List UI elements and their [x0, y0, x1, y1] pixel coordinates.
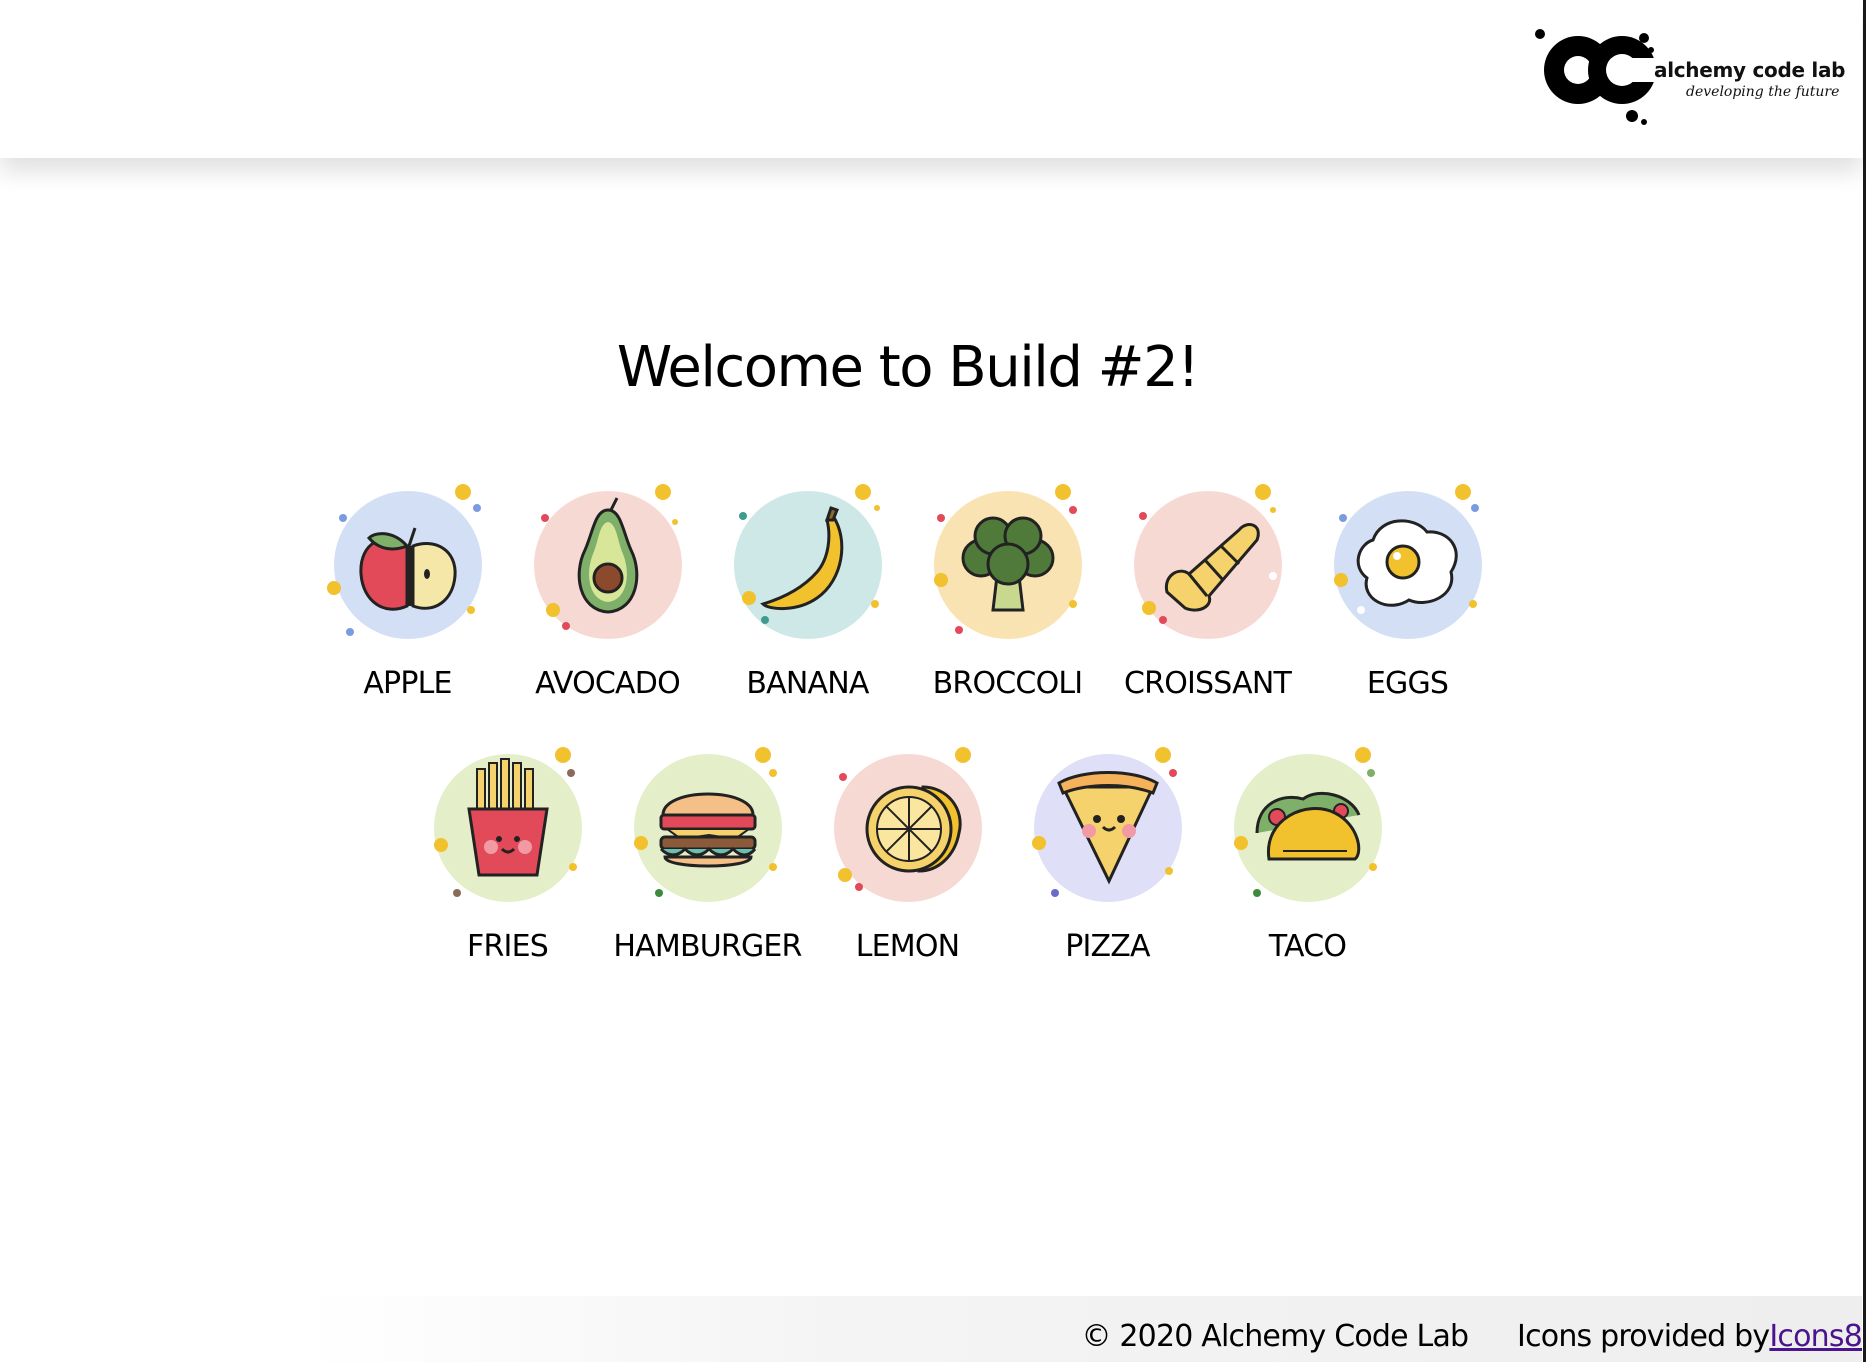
copyright-text: © 2020 Alchemy Code Lab: [1081, 1319, 1469, 1354]
food-label: PIZZA: [1065, 929, 1150, 964]
food-label: BROCCOLI: [932, 666, 1084, 701]
taco-icon: [1223, 743, 1393, 913]
banana-icon: [723, 480, 893, 650]
food-label: APPLE: [363, 666, 452, 701]
food-item-lemon[interactable]: LEMON: [808, 743, 1008, 964]
apple-icon: [323, 480, 493, 650]
logo-tagline: developing the future: [1686, 84, 1840, 100]
food-item-apple[interactable]: APPLE: [308, 480, 508, 701]
lemon-icon: [823, 743, 993, 913]
food-label: FRIES: [467, 929, 549, 964]
site-header: alchemy code lab developing the future: [0, 0, 1862, 158]
hamburger-icon: [623, 743, 793, 913]
logo-name: alchemy code lab: [1654, 58, 1846, 82]
croissant-icon: [1123, 480, 1293, 650]
food-item-taco[interactable]: TACO: [1208, 743, 1408, 964]
credit-prefix: Icons provided by: [1517, 1319, 1770, 1354]
avocado-icon: [523, 480, 693, 650]
food-item-eggs[interactable]: EGGS: [1308, 480, 1508, 701]
pizza-icon: [1023, 743, 1193, 913]
fries-icon: [423, 743, 593, 913]
food-item-avocado[interactable]: AVOCADO: [508, 480, 708, 701]
food-label: BANANA: [746, 666, 869, 701]
food-label: LEMON: [855, 929, 960, 964]
food-label: TACO: [1268, 929, 1347, 964]
food-label: EGGS: [1366, 666, 1449, 701]
food-item-banana[interactable]: BANANA: [708, 480, 908, 701]
broccoli-icon: [923, 480, 1093, 650]
food-item-fries[interactable]: FRIES: [408, 743, 608, 964]
site-footer: © 2020 Alchemy Code Lab Icons provided b…: [300, 1296, 1863, 1362]
food-item-croissant[interactable]: CROISSANT: [1108, 480, 1308, 701]
footer-text: © 2020 Alchemy Code Lab Icons provided b…: [1081, 1319, 1862, 1354]
food-item-hamburger[interactable]: HAMBURGER: [608, 743, 808, 964]
alchemy-code-lab-logo[interactable]: alchemy code lab developing the future: [1530, 22, 1845, 132]
logo-mark-icon: [1535, 29, 1660, 125]
food-label: AVOCADO: [535, 666, 681, 701]
icons8-link[interactable]: Icons8: [1769, 1319, 1862, 1354]
page-title: Welcome to Build #2!: [616, 335, 1200, 400]
food-item-broccoli[interactable]: BROCCOLI: [908, 480, 1108, 701]
egg-icon: [1323, 480, 1493, 650]
food-label: HAMBURGER: [613, 929, 802, 964]
food-label: CROISSANT: [1124, 666, 1292, 701]
food-item-pizza[interactable]: PIZZA: [1008, 743, 1208, 964]
icons-credit: Icons provided byIcons8: [1517, 1319, 1863, 1354]
food-grid: APPLE AVOCADO BANANA BROCCOLI CROISSANT …: [220, 480, 1595, 964]
